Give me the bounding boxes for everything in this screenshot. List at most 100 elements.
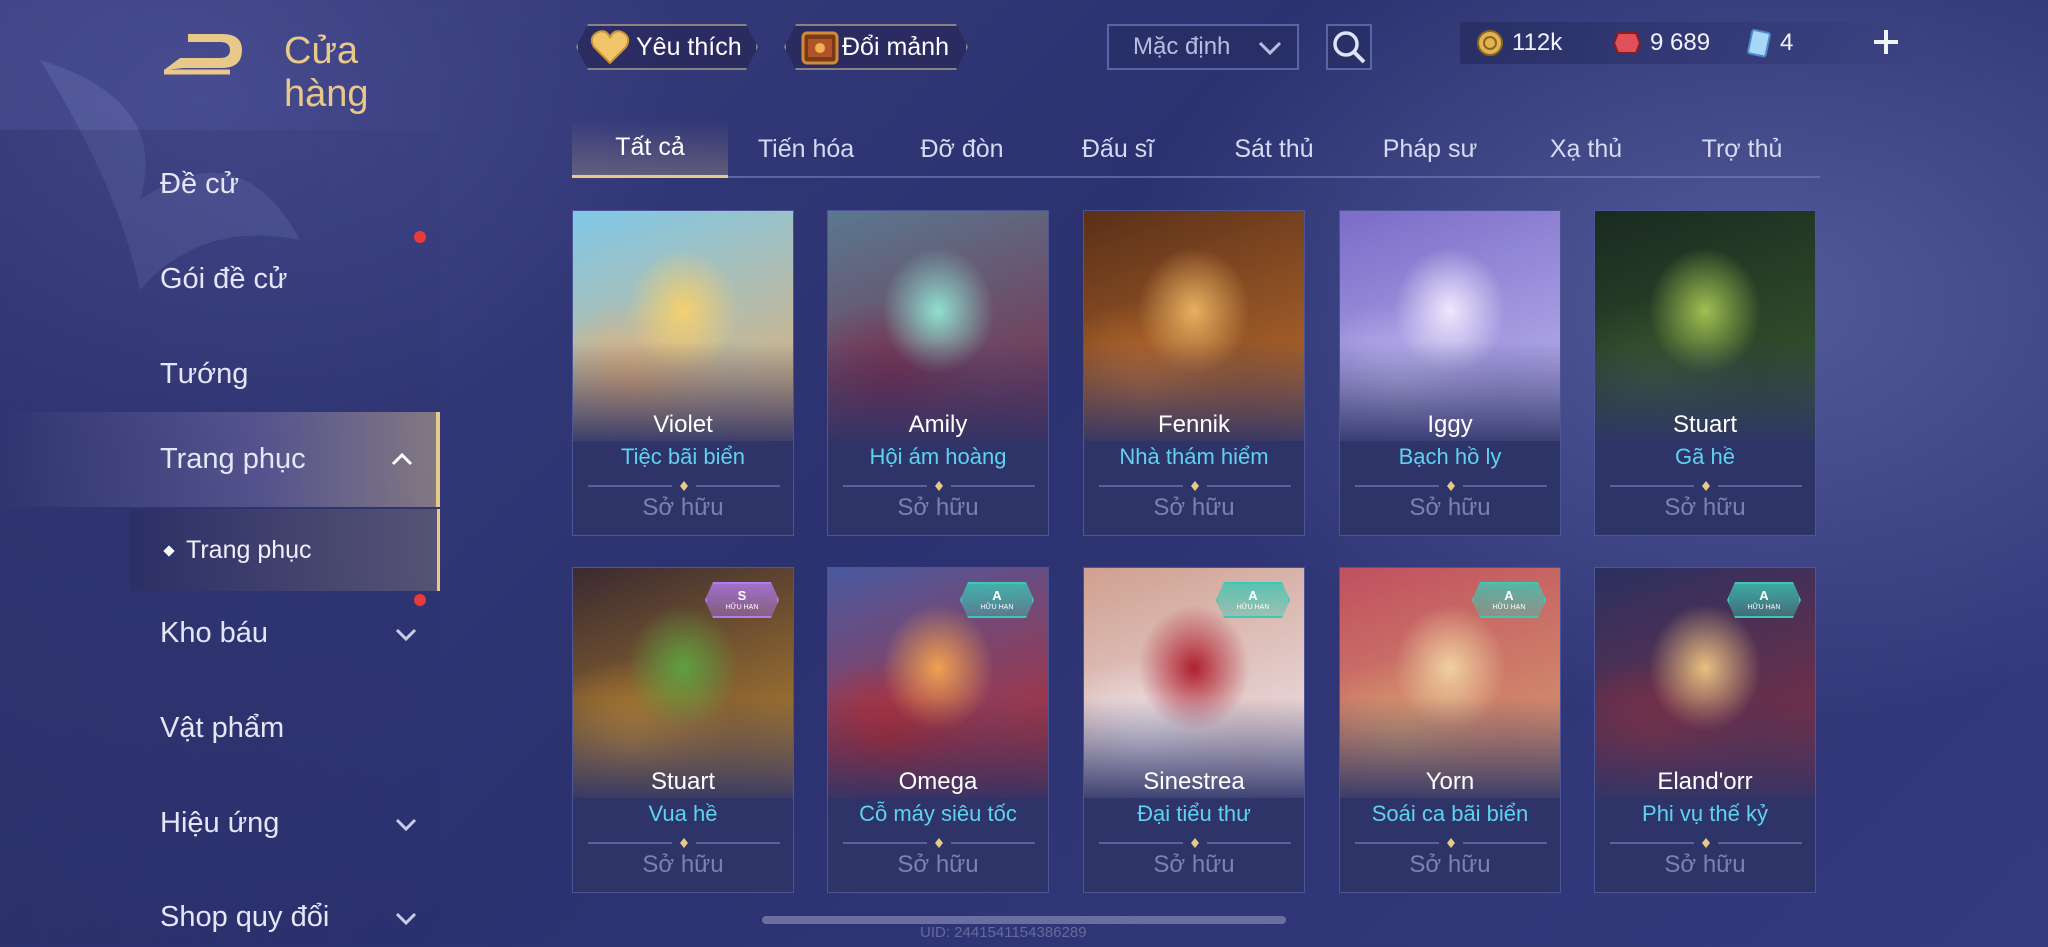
skin-card[interactable]: Sinestrea Đại tiểu thư Sở hữu A HỮU HẠN: [1083, 567, 1305, 893]
sidebar-item-recommended[interactable]: Đề cử: [0, 137, 440, 232]
ownership-status: Sở hữu: [1153, 851, 1235, 878]
sidebar-item-label: Gói đề cử: [160, 263, 288, 295]
skin-card[interactable]: Stuart Gã hề Sở hữu: [1594, 210, 1816, 536]
badge-label: HỮU HẠN: [725, 603, 759, 611]
divider-ornament: [588, 481, 780, 491]
skin-name: Nhà thám hiểm: [1119, 444, 1269, 469]
badge-tier: A: [1759, 587, 1769, 603]
tab-marksman[interactable]: Xạ thủ: [1508, 120, 1664, 178]
gold-balance: 112k: [1476, 29, 1562, 57]
sidebar-item-heroes[interactable]: Tướng: [0, 327, 440, 422]
ownership-status: Sở hữu: [642, 494, 724, 521]
tab-tank[interactable]: Đỡ đòn: [884, 120, 1040, 178]
notification-dot: [414, 231, 426, 243]
skin-name: Đại tiểu thư: [1137, 801, 1251, 826]
tab-mage[interactable]: Pháp sư: [1352, 120, 1508, 178]
page-title: Cửa hàng: [284, 30, 369, 115]
tab-support[interactable]: Trợ thủ: [1664, 120, 1820, 178]
chevron-down-icon: [395, 912, 417, 926]
hero-name: Fennik: [1157, 411, 1231, 438]
search-button[interactable]: [1326, 24, 1372, 70]
badge-tier: A: [1504, 587, 1514, 603]
sort-value: Mặc định: [1133, 33, 1231, 60]
sidebar-item-recommended-bundles[interactable]: Gói đề cử: [0, 232, 440, 327]
exchange-fragments-button[interactable]: Đổi mảnh: [784, 24, 968, 70]
sidebar-menu: Đề cử Gói đề cử Tướng Trang phục Trang p…: [0, 130, 440, 947]
gold-amount: 112k: [1512, 29, 1563, 56]
heart-icon: [590, 29, 630, 65]
divider-ornament: [843, 838, 1035, 848]
favorites-button[interactable]: Yêu thích: [576, 24, 758, 70]
exchange-fragments-label: Đổi mảnh: [842, 32, 949, 61]
skin-card[interactable]: Iggy Bạch hồ ly Sở hữu: [1339, 210, 1561, 536]
home-indicator[interactable]: [762, 916, 1286, 924]
gold-coin-icon: [1477, 30, 1503, 56]
voucher-gem-icon: [1612, 32, 1642, 54]
ownership-status: Sở hữu: [1409, 494, 1491, 521]
skin-card[interactable]: Eland'orr Phi vụ thế kỷ Sở hữu A HỮU HẠN: [1594, 567, 1816, 893]
sidebar-item-label: Trang phục: [160, 443, 306, 475]
tab-fighter[interactable]: Đấu sĩ: [1040, 120, 1196, 178]
ownership-status: Sở hữu: [1664, 494, 1746, 521]
sidebar-item-label: Kho báu: [160, 617, 269, 649]
skin-name: Cỗ máy siêu tốc: [859, 801, 1017, 826]
limited-edition-badge: A HỮU HẠN: [1727, 582, 1801, 618]
chevron-down-icon: [395, 818, 417, 832]
ownership-status: Sở hữu: [897, 494, 979, 521]
tab-evolution[interactable]: Tiến hóa: [728, 120, 884, 178]
sidebar-item-label: Tướng: [160, 358, 249, 390]
voucher-balance: 9 689: [1612, 29, 1710, 57]
voucher-amount: 9 689: [1650, 29, 1711, 56]
sidebar-item-items[interactable]: Vật phẩm: [0, 681, 440, 776]
sidebar-item-label: Shop quy đổi: [160, 901, 330, 933]
skin-card[interactable]: Fennik Nhà thám hiểm Sở hữu: [1083, 210, 1305, 536]
hero-name: Stuart: [650, 768, 716, 795]
hero-name: Amily: [908, 411, 968, 438]
divider-ornament: [1355, 838, 1547, 848]
skin-card[interactable]: Violet Tiệc bãi biển Sở hữu: [572, 210, 794, 536]
badge-label: HỮU HẠN: [1492, 603, 1526, 611]
skin-name: Phi vụ thế kỷ: [1642, 801, 1768, 826]
notification-dot: [414, 594, 426, 606]
ownership-status: Sở hữu: [1409, 851, 1491, 878]
sidebar-item-label: Hiệu ứng: [160, 807, 280, 839]
sidebar-item-exchange-shop[interactable]: Shop quy đổi: [0, 870, 440, 947]
skin-card[interactable]: Omega Cỗ máy siêu tốc Sở hữu A HỮU HẠN: [827, 567, 1049, 893]
sidebar-subitem-skins[interactable]: Trang phục: [130, 509, 440, 591]
tab-all[interactable]: Tất cả: [572, 120, 728, 178]
sidebar-item-treasure[interactable]: Kho báu: [0, 586, 440, 681]
category-tabs: Tất cả Tiến hóa Đỡ đòn Đấu sĩ Sát thủ Ph…: [572, 120, 1820, 178]
skin-card[interactable]: Amily Hội ám hoàng Sở hữu: [827, 210, 1049, 536]
user-id: UID: 2441541154386289: [920, 924, 1087, 941]
sidebar-item-label: Vật phẩm: [160, 712, 285, 744]
divider-ornament: [588, 838, 780, 848]
limited-edition-badge: A HỮU HẠN: [960, 582, 1034, 618]
bullet-icon: [163, 545, 175, 557]
skin-card[interactable]: Yorn Soái ca bãi biển Sở hữu A HỮU HẠN: [1339, 567, 1561, 893]
sort-dropdown[interactable]: Mặc định: [1107, 24, 1299, 70]
sidebar-item-effects[interactable]: Hiệu ứng: [0, 776, 440, 871]
hero-name: Yorn: [1425, 768, 1475, 795]
hero-name: Sinestrea: [1143, 768, 1245, 795]
divider-ornament: [1610, 838, 1802, 848]
add-currency-icon[interactable]: [1870, 26, 1902, 58]
limited-edition-badge: A HỮU HẠN: [1216, 582, 1290, 618]
skin-card[interactable]: Stuart Vua hề Sở hữu S HỮU HẠN: [572, 567, 794, 893]
hero-name: Omega: [898, 768, 978, 795]
badge-label: HỮU HẠN: [1236, 603, 1270, 611]
skin-name: Soái ca bãi biển: [1371, 801, 1529, 826]
search-icon: [1333, 31, 1366, 64]
hero-name: Stuart: [1672, 411, 1738, 438]
divider-ornament: [1099, 838, 1291, 848]
tab-assassin[interactable]: Sát thủ: [1196, 120, 1352, 178]
sidebar-item-skins[interactable]: Trang phục: [0, 412, 440, 507]
hero-name: Iggy: [1427, 411, 1473, 438]
divider-ornament: [1099, 481, 1291, 491]
chevron-up-icon: [391, 452, 413, 466]
sidebar-item-label: Đề cử: [160, 168, 240, 200]
favorites-label: Yêu thích: [636, 32, 742, 61]
back-arrow-icon[interactable]: [160, 28, 250, 78]
chevron-down-icon: [1258, 41, 1282, 56]
ownership-status: Sở hữu: [642, 851, 724, 878]
chevron-down-icon: [395, 628, 417, 642]
